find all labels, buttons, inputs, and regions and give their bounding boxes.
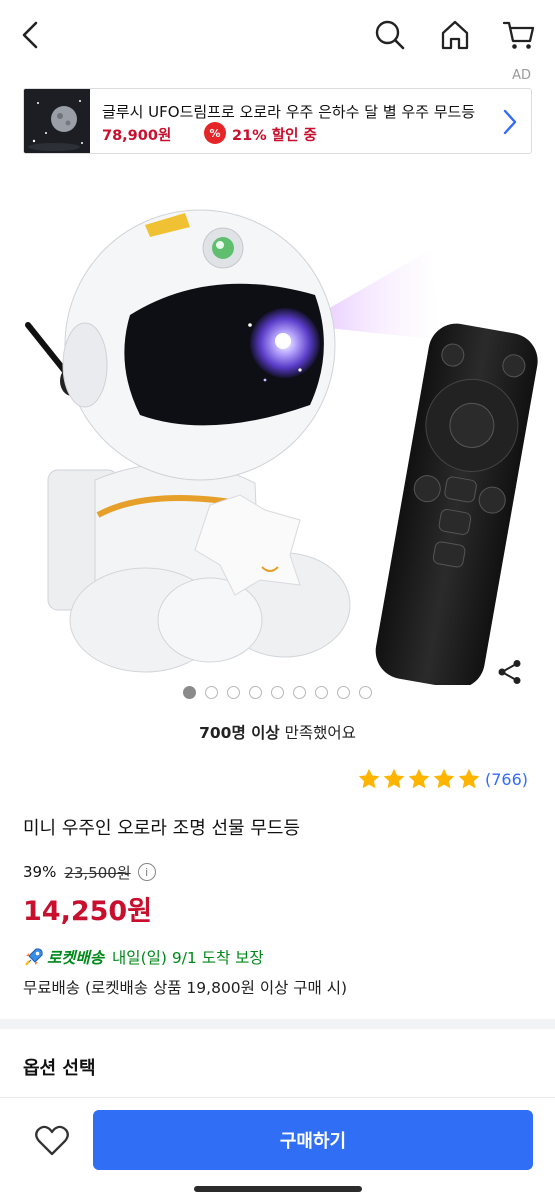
gallery-pagination: [0, 686, 555, 702]
gallery-dot[interactable]: [293, 686, 306, 699]
heart-icon: [35, 1125, 69, 1156]
ad-price: 78,900원: [102, 128, 172, 144]
gallery-dot[interactable]: [337, 686, 350, 699]
gallery-dot[interactable]: [249, 686, 262, 699]
share-icon: [498, 660, 521, 684]
gallery-dot[interactable]: [271, 686, 284, 699]
gallery-dot[interactable]: [183, 686, 196, 699]
info-icon[interactable]: i: [137, 863, 156, 881]
original-price: 23,500원: [64, 863, 131, 882]
home-icon: [441, 20, 469, 50]
satisfied-label: 만족했어요: [279, 724, 356, 742]
ad-label: AD: [512, 68, 531, 83]
top-navigation-bar: [0, 0, 555, 70]
chevron-right-icon[interactable]: [499, 106, 521, 138]
sale-price: 14,250원: [23, 896, 153, 927]
rocket-delivery-row: 로켓배송 내일(일) 9/1 도착 보장: [23, 945, 264, 969]
cart-icon: [502, 21, 535, 49]
cart-button[interactable]: [498, 14, 540, 56]
star-icon: [433, 768, 455, 789]
ad-title[interactable]: 글루시 UFO드림프로 오로라 우주 은하수 달 별 우주 무드등: [102, 101, 492, 122]
ad-thumbnail: [24, 89, 90, 153]
rating-summary[interactable]: (766): [357, 766, 528, 792]
wishlist-button[interactable]: [30, 1119, 74, 1163]
search-icon: [375, 20, 405, 50]
star-icon: [408, 768, 430, 789]
rating-stars: [357, 767, 481, 791]
gallery-dot[interactable]: [227, 686, 240, 699]
home-indicator: [194, 1186, 362, 1192]
search-button[interactable]: [369, 14, 411, 56]
star-icon: [358, 768, 380, 789]
satisfaction-text: 700명 이상 만족했어요: [0, 721, 555, 743]
arrival-date: 내일(일) 9/1 도착 보장: [112, 949, 264, 967]
home-button[interactable]: [434, 14, 476, 56]
star-icon: [383, 768, 405, 789]
rocket-delivery-label: 로켓배송: [47, 949, 105, 967]
buy-button[interactable]: 구매하기: [93, 1110, 533, 1170]
sponsored-product-card[interactable]: 글루시 UFO드림프로 오로라 우주 은하수 달 별 우주 무드등 78,900…: [23, 88, 532, 154]
satisfied-count: 700명 이상: [199, 724, 280, 742]
product-image[interactable]: [0, 165, 555, 689]
review-count[interactable]: (766): [485, 770, 528, 789]
bottom-action-bar: 구매하기: [0, 1097, 555, 1200]
discount-percent-icon: %: [204, 122, 226, 144]
ad-discount: 21% 할인 중: [232, 128, 317, 144]
rocket-icon: [25, 948, 43, 966]
gallery-dot[interactable]: [359, 686, 372, 699]
back-button[interactable]: [10, 14, 52, 56]
section-divider: [0, 1019, 555, 1029]
gallery-dot[interactable]: [315, 686, 328, 699]
option-select-label[interactable]: 옵션 선택: [23, 1054, 96, 1080]
chevron-left-icon: [22, 21, 38, 49]
star-icon: [458, 768, 480, 789]
product-title: 미니 우주인 오로라 조명 선물 무드등: [23, 818, 301, 839]
price-discount-row: 39% 23,500원 i: [23, 861, 156, 883]
gallery-dot[interactable]: [205, 686, 218, 699]
free-shipping-info: 무료배송 (로켓배송 상품 19,800원 이상 구매 시): [23, 979, 348, 997]
share-button[interactable]: [494, 656, 526, 688]
discount-rate: 39%: [23, 863, 57, 881]
